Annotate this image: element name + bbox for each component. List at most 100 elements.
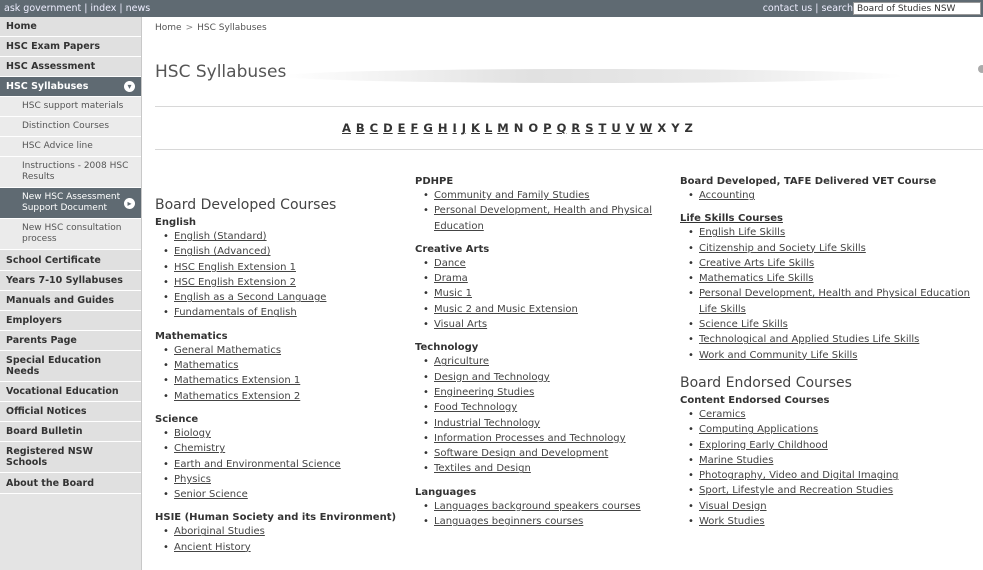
alphabet-letter-e[interactable]: E <box>398 121 406 135</box>
course-link[interactable]: Biology <box>174 428 211 439</box>
sidebar-item-hsc-syllabuses[interactable]: HSC Syllabuses ▾ <box>0 77 141 97</box>
course-link[interactable]: Mathematics Extension 1 <box>174 375 300 386</box>
course-link[interactable]: Visual Design <box>699 501 767 512</box>
course-link[interactable]: Marine Studies <box>699 455 773 466</box>
alphabet-letter-l[interactable]: L <box>485 121 492 135</box>
alphabet-letter-b[interactable]: B <box>356 121 365 135</box>
course-link[interactable]: Fundamentals of English <box>174 307 297 318</box>
course-link[interactable]: Food Technology <box>434 402 517 413</box>
course-link[interactable]: Mathematics Life Skills <box>699 273 814 284</box>
sidebar-item-manuals-and-guides[interactable]: Manuals and Guides <box>0 291 141 311</box>
sidebar-item-school-certificate[interactable]: School Certificate <box>0 250 141 271</box>
course-link[interactable]: Ancient History <box>174 542 251 553</box>
alphabet-letter-r[interactable]: R <box>571 121 580 135</box>
index-link[interactable]: index <box>90 3 116 14</box>
sidebar-item-hsc-exam-papers[interactable]: HSC Exam Papers <box>0 37 141 57</box>
alphabet-letter-a[interactable]: A <box>342 121 351 135</box>
course-link[interactable]: HSC English Extension 2 <box>174 277 296 288</box>
course-link[interactable]: Languages beginners courses <box>434 516 583 527</box>
course-link[interactable]: Sport, Lifestyle and Recreation Studies <box>699 485 893 496</box>
alphabet-letter-t[interactable]: T <box>599 121 607 135</box>
alphabet-letter-v[interactable]: V <box>626 121 635 135</box>
course-link[interactable]: English as a Second Language <box>174 292 326 303</box>
alphabet-letter-w[interactable]: W <box>640 121 653 135</box>
sidebar-item-about-the-board[interactable]: About the Board <box>0 473 141 494</box>
course-link[interactable]: Senior Science <box>174 489 248 500</box>
course-link[interactable]: Accounting <box>699 190 755 201</box>
sidebar-item-official-notices[interactable]: Official Notices <box>0 402 141 422</box>
sidebar-item-new-hsc-assessment-support-document[interactable]: New HSC Assessment Support Document ▸ <box>0 188 141 219</box>
alphabet-letter-h[interactable]: H <box>438 121 448 135</box>
sidebar-item-vocational-education[interactable]: Vocational Education <box>0 382 141 402</box>
course-link[interactable]: Personal Development, Health and Physica… <box>434 205 652 231</box>
course-link[interactable]: Dance <box>434 258 466 269</box>
sidebar-item-new-hsc-consultation-process[interactable]: New HSC consultation process <box>0 219 141 250</box>
news-link[interactable]: news <box>126 3 151 14</box>
course-link[interactable]: Industrial Technology <box>434 418 540 429</box>
alphabet-letter-c[interactable]: C <box>370 121 378 135</box>
course-link[interactable]: Textiles and Design <box>434 463 531 474</box>
alphabet-letter-i[interactable]: I <box>452 121 456 135</box>
course-link[interactable]: Mathematics <box>174 360 238 371</box>
course-link[interactable]: English (Standard) <box>174 231 267 242</box>
course-link[interactable]: Design and Technology <box>434 372 550 383</box>
course-link[interactable]: Work and Community Life Skills <box>699 350 857 361</box>
sidebar-item-parents-page[interactable]: Parents Page <box>0 331 141 351</box>
course-link[interactable]: Music 2 and Music Extension <box>434 304 578 315</box>
course-link[interactable]: Science Life Skills <box>699 319 788 330</box>
sidebar-item-years-7-10-syllabuses[interactable]: Years 7-10 Syllabuses <box>0 271 141 291</box>
alphabet-letter-p[interactable]: P <box>543 121 551 135</box>
course-link[interactable]: Aboriginal Studies <box>174 526 265 537</box>
course-link[interactable]: English Life Skills <box>699 227 785 238</box>
course-link[interactable]: Chemistry <box>174 443 225 454</box>
sidebar-item-special-education-needs[interactable]: Special Education Needs <box>0 351 141 382</box>
sidebar-item-hsc-support-materials[interactable]: HSC support materials <box>0 97 141 117</box>
course-link[interactable]: Community and Family Studies <box>434 190 590 201</box>
course-link[interactable]: Creative Arts Life Skills <box>699 258 814 269</box>
sidebar-item-instructions-2008-hsc-results[interactable]: Instructions - 2008 HSC Results <box>0 157 141 188</box>
course-link[interactable]: Software Design and Development <box>434 448 608 459</box>
course-link[interactable]: General Mathematics <box>174 345 281 356</box>
course-link[interactable]: Visual Arts <box>434 319 487 330</box>
course-link[interactable]: Drama <box>434 273 468 284</box>
alphabet-letter-j[interactable]: J <box>462 121 466 135</box>
alphabet-letter-g[interactable]: G <box>423 121 432 135</box>
course-link[interactable]: Computing Applications <box>699 424 818 435</box>
search-input[interactable]: Board of Studies NSW <box>853 2 981 15</box>
sidebar-item-distinction-courses[interactable]: Distinction Courses <box>0 117 141 137</box>
course-section-heading[interactable]: Life Skills Courses <box>680 212 970 225</box>
course-link[interactable]: Citizenship and Society Life Skills <box>699 243 866 254</box>
sidebar-item-home[interactable]: Home <box>0 17 141 37</box>
sidebar-item-employers[interactable]: Employers <box>0 311 141 331</box>
course-link[interactable]: Earth and Environmental Science <box>174 459 341 470</box>
sidebar-item-hsc-assessment[interactable]: HSC Assessment <box>0 57 141 77</box>
alphabet-letter-f[interactable]: F <box>411 121 419 135</box>
course-link[interactable]: Ceramics <box>699 409 746 420</box>
course-link[interactable]: HSC English Extension 1 <box>174 262 296 273</box>
alphabet-letter-m[interactable]: M <box>497 121 508 135</box>
contact-us-link[interactable]: contact us <box>763 3 813 14</box>
alphabet-letter-s[interactable]: S <box>585 121 593 135</box>
course-link[interactable]: Technological and Applied Studies Life S… <box>699 334 919 345</box>
alphabet-letter-q[interactable]: Q <box>557 121 567 135</box>
course-link[interactable]: Information Processes and Technology <box>434 433 626 444</box>
ask-government-link[interactable]: ask government <box>4 3 81 14</box>
course-link[interactable]: Exploring Early Childhood <box>699 440 828 451</box>
course-link[interactable]: Personal Development, Health and Physica… <box>699 288 970 314</box>
alphabet-letter-k[interactable]: K <box>471 121 480 135</box>
breadcrumb-home[interactable]: Home <box>155 23 182 33</box>
course-link[interactable]: Languages background speakers courses <box>434 501 641 512</box>
course-link[interactable]: Physics <box>174 474 211 485</box>
course-link[interactable]: Music 1 <box>434 288 472 299</box>
course-link[interactable]: Engineering Studies <box>434 387 534 398</box>
course-link[interactable]: English (Advanced) <box>174 246 270 257</box>
course-link[interactable]: Mathematics Extension 2 <box>174 391 300 402</box>
course-link[interactable]: Work Studies <box>699 516 765 527</box>
course-link[interactable]: Photography, Video and Digital Imaging <box>699 470 899 481</box>
alphabet-letter-u[interactable]: U <box>611 121 620 135</box>
sidebar-item-registered-nsw-schools[interactable]: Registered NSW Schools <box>0 442 141 473</box>
alphabet-letter-d[interactable]: D <box>383 121 393 135</box>
sidebar-item-hsc-advice-line[interactable]: HSC Advice line <box>0 137 141 157</box>
course-link[interactable]: Agriculture <box>434 356 489 367</box>
sidebar-item-board-bulletin[interactable]: Board Bulletin <box>0 422 141 442</box>
